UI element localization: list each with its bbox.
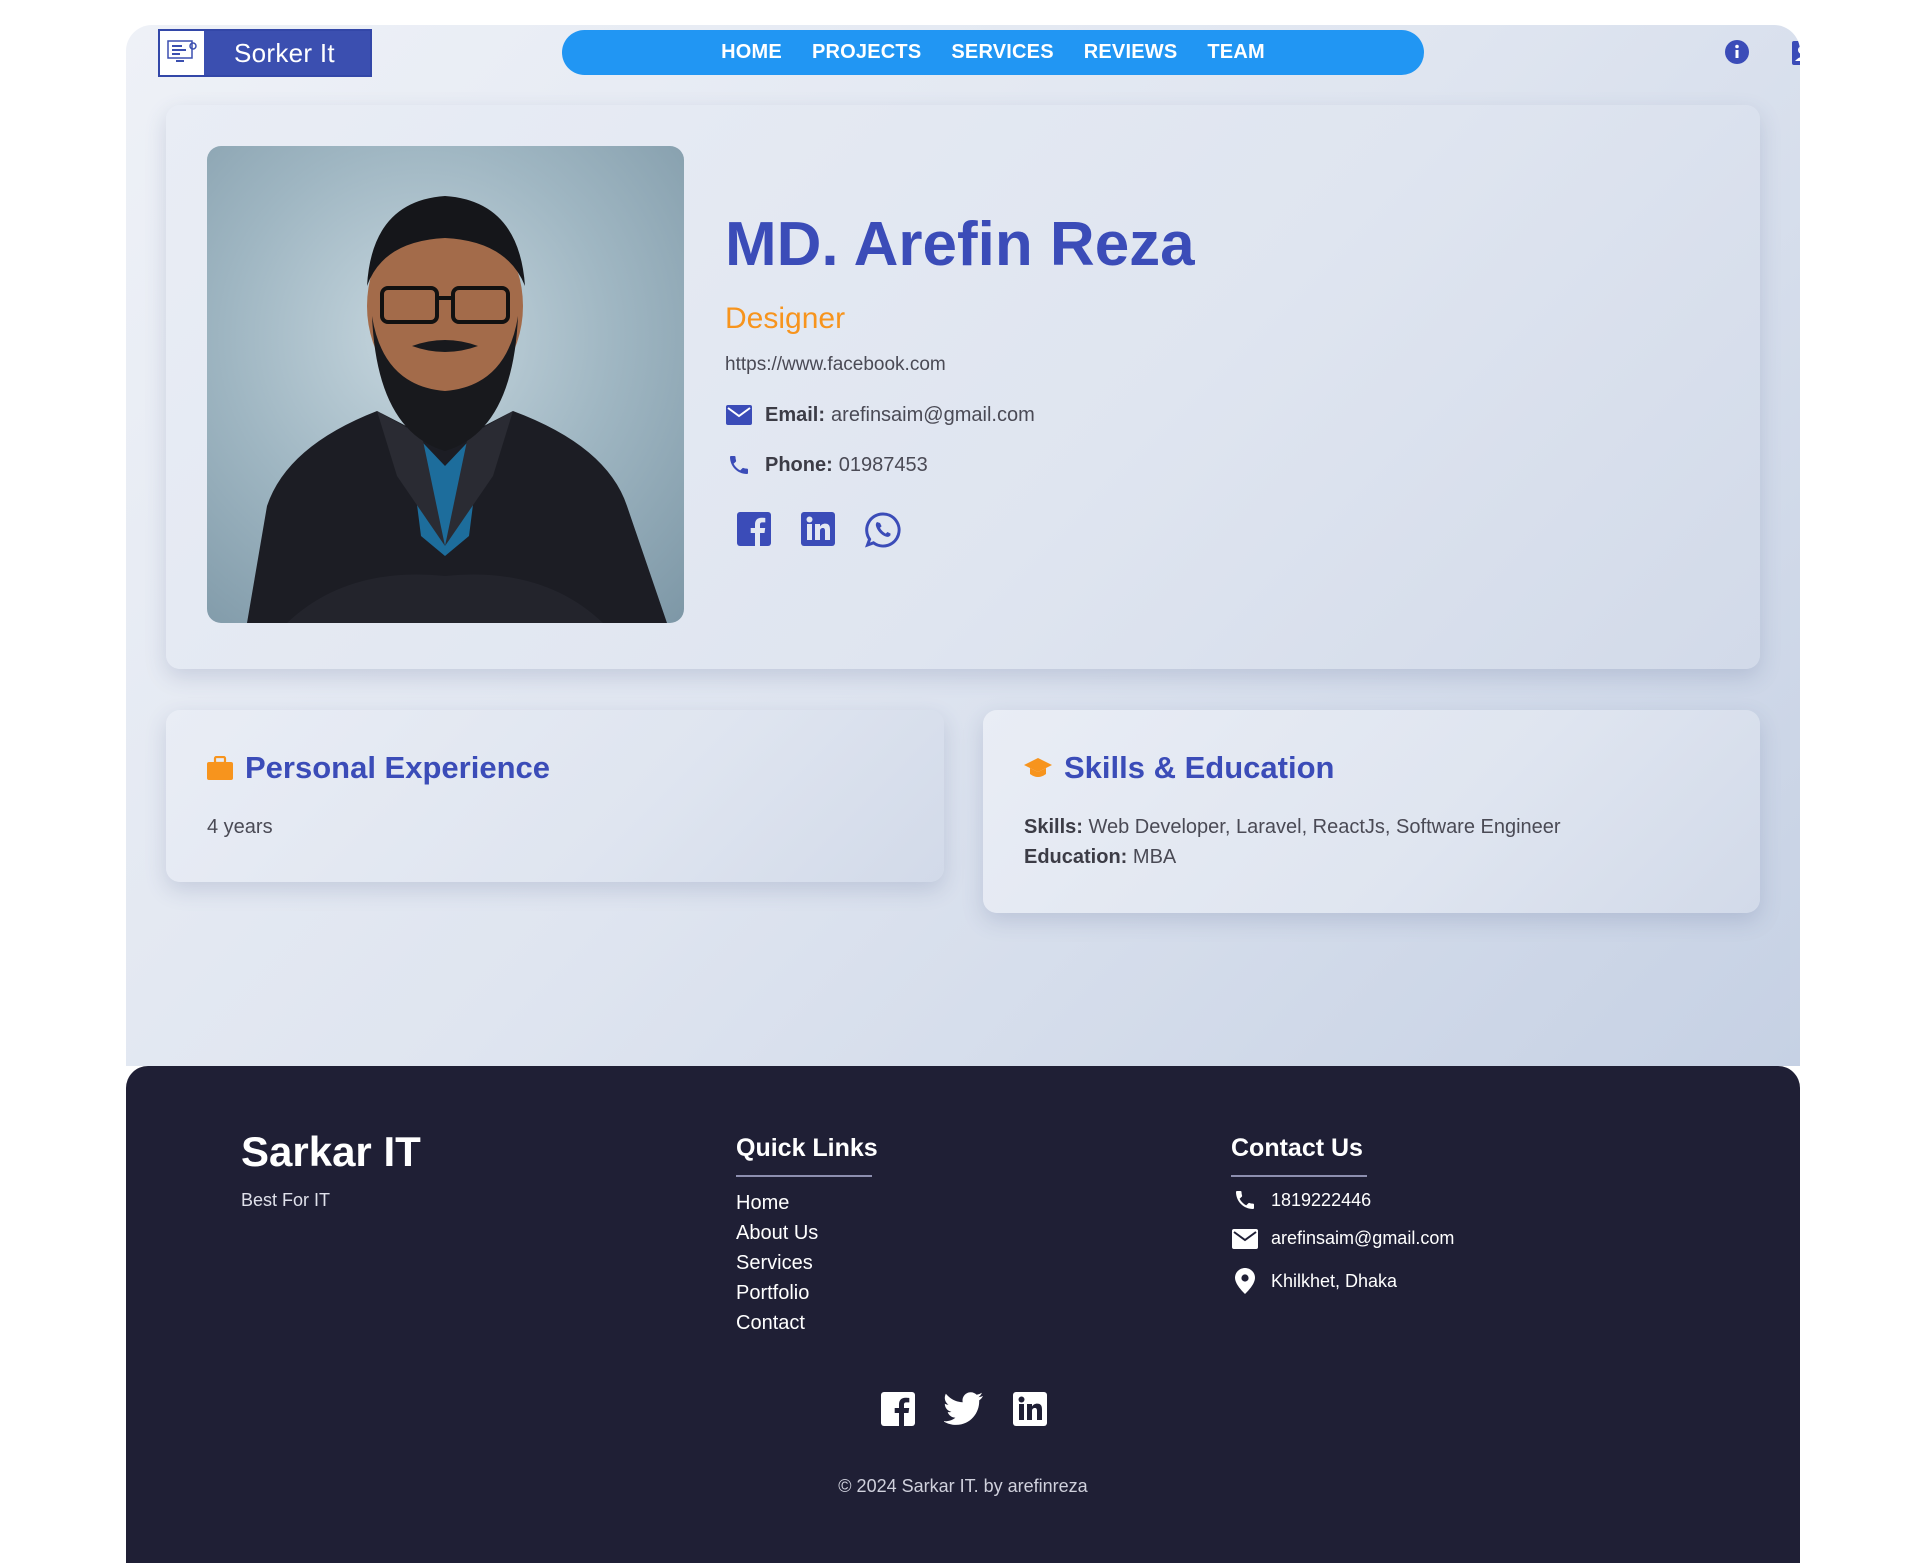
footer-brand: Sarkar IT	[241, 1128, 421, 1175]
whatsapp-icon[interactable]	[864, 511, 902, 554]
logo-mark-icon	[160, 31, 204, 75]
mail-icon	[1231, 1228, 1259, 1249]
nav-services[interactable]: SERVICES	[951, 41, 1053, 64]
briefcase-icon	[207, 756, 233, 780]
nav-reviews[interactable]: REVIEWS	[1084, 41, 1178, 64]
education-label: Education:	[1024, 846, 1128, 868]
footer-link-services[interactable]: Services	[736, 1248, 818, 1278]
skills-education-card: Skills & Education Skills: Web Developer…	[983, 710, 1760, 913]
main-nav: HOME PROJECTS SERVICES REVIEWS TEAM	[562, 30, 1424, 75]
experience-title: Personal Experience	[207, 750, 550, 786]
copyright: © 2024 Sarkar IT. by arefinreza	[838, 1476, 1088, 1496]
footer-tagline: Best For IT	[241, 1190, 331, 1210]
phone-label: Phone:	[765, 453, 833, 476]
footer-phone-row: 1819222446	[1231, 1188, 1371, 1212]
profile-email-row: Email: arefinsaim@gmail.com	[725, 401, 1035, 429]
footer-address-row: Khilkhet, Dhaka	[1231, 1268, 1397, 1294]
nav-team[interactable]: TEAM	[1207, 41, 1264, 64]
profile-socials	[736, 511, 902, 554]
skills-label: Skills:	[1024, 816, 1083, 838]
phone-icon	[725, 451, 753, 479]
page-frame: Sorker It HOME PROJECTS SERVICES REVIEWS…	[126, 25, 1800, 1563]
facebook-icon[interactable]	[880, 1391, 916, 1432]
profile-name: MD. Arefin Reza	[725, 210, 1195, 279]
linkedin-icon[interactable]	[800, 511, 836, 554]
nav-home[interactable]: HOME	[721, 41, 782, 64]
footer-link-about[interactable]: About Us	[736, 1218, 818, 1248]
site-logo[interactable]: Sorker It	[158, 29, 372, 77]
experience-card: Personal Experience 4 years	[166, 710, 944, 882]
footer-link-portfolio[interactable]: Portfolio	[736, 1278, 818, 1308]
experience-value: 4 years	[207, 816, 273, 838]
profile-url[interactable]: https://www.facebook.com	[725, 354, 946, 376]
skills-title-text: Skills & Education	[1064, 750, 1335, 785]
nav-projects[interactable]: PROJECTS	[812, 41, 921, 64]
main-area: Sorker It HOME PROJECTS SERVICES REVIEWS…	[126, 25, 1800, 1066]
skills-row: Skills: Web Developer, Laravel, ReactJs,…	[1024, 816, 1561, 839]
footer-address: Khilkhet, Dhaka	[1271, 1270, 1398, 1291]
footer-socials	[880, 1391, 1048, 1432]
experience-title-text: Personal Experience	[245, 750, 550, 785]
profile-card: MD. Arefin Reza Designer https://www.fac…	[166, 105, 1760, 669]
quick-links-list: Home About Us Services Portfolio Contact	[736, 1188, 818, 1338]
location-pin-icon	[1231, 1268, 1259, 1294]
profile-role: Designer	[725, 302, 846, 335]
mail-icon	[725, 401, 753, 429]
contact-card-icon[interactable]	[1792, 41, 1800, 70]
contact-divider	[1231, 1175, 1367, 1177]
footer-link-contact[interactable]: Contact	[736, 1308, 818, 1338]
contact-us-title: Contact Us	[1231, 1134, 1363, 1162]
education-value: MBA	[1132, 846, 1177, 868]
quick-links-title: Quick Links	[736, 1134, 878, 1162]
footer-email-row: arefinsaim@gmail.com	[1231, 1228, 1454, 1249]
email-label: Email:	[765, 403, 826, 426]
twitter-icon[interactable]	[943, 1391, 984, 1432]
skills-value: Web Developer, Laravel, ReactJs, Softwar…	[1088, 816, 1561, 838]
linkedin-icon[interactable]	[1012, 1391, 1048, 1432]
profile-photo	[207, 146, 684, 623]
logo-text: Sorker It	[234, 37, 335, 68]
footer-link-home[interactable]: Home	[736, 1188, 818, 1218]
footer-email[interactable]: arefinsaim@gmail.com	[1271, 1228, 1454, 1249]
quick-links-divider	[736, 1175, 872, 1177]
facebook-icon[interactable]	[736, 511, 772, 554]
email-value[interactable]: arefinsaim@gmail.com	[831, 404, 1035, 427]
footer-phone[interactable]: 1819222446	[1271, 1190, 1371, 1211]
info-icon[interactable]	[1724, 39, 1750, 70]
phone-value[interactable]: 01987453	[839, 454, 928, 477]
profile-phone-row: Phone: 01987453	[725, 451, 928, 479]
site-footer: Sarkar IT Best For IT Quick Links Home A…	[126, 1066, 1800, 1563]
skills-title: Skills & Education	[1024, 750, 1334, 786]
education-row: Education: MBA	[1024, 846, 1176, 869]
graduation-cap-icon	[1024, 756, 1052, 780]
phone-icon	[1231, 1188, 1259, 1212]
